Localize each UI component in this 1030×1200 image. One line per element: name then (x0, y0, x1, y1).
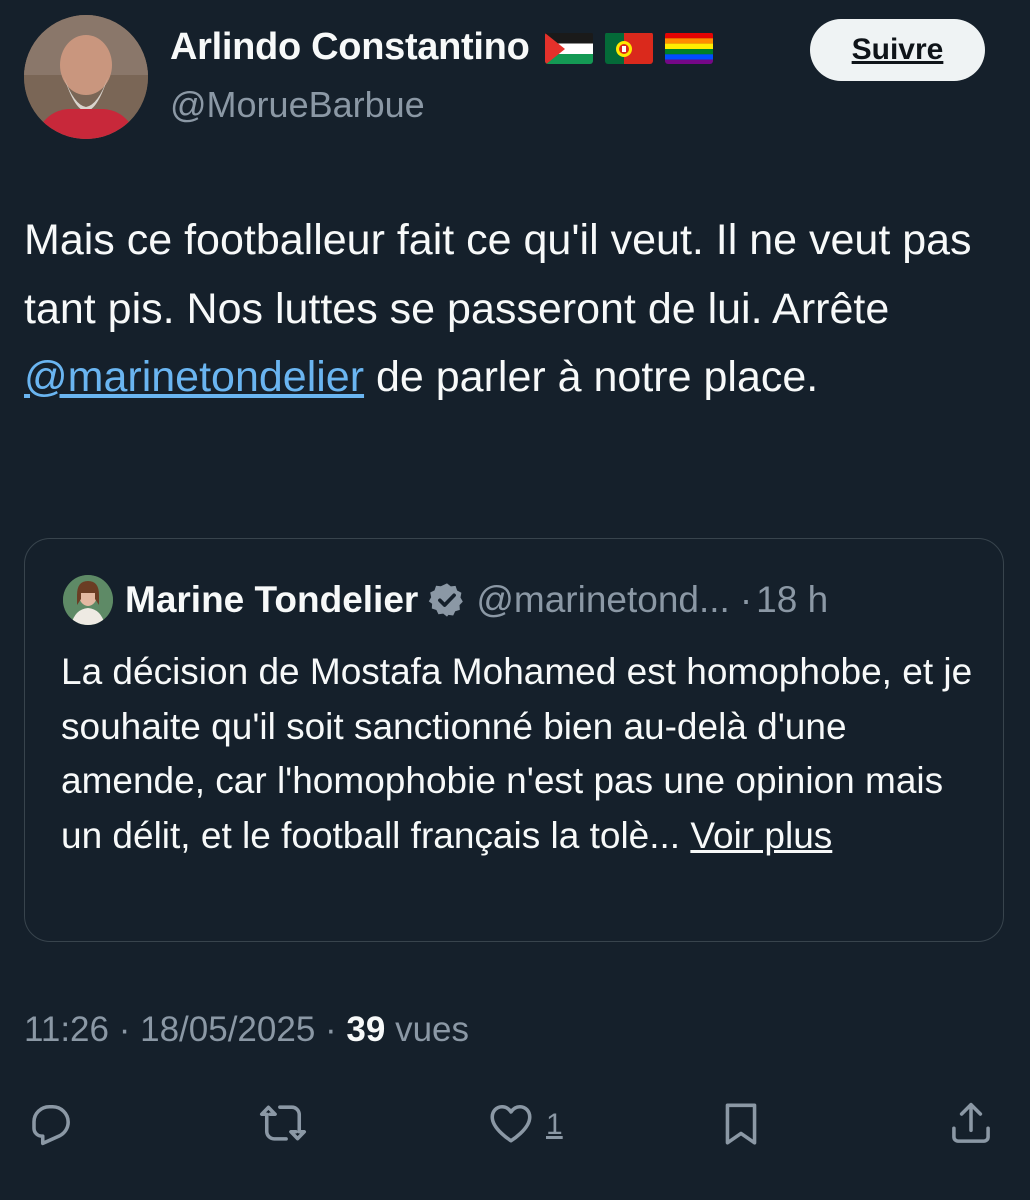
tweet-text-before: Mais ce footballeur fait ce qu'il veut. … (24, 216, 972, 333)
quoted-author-avatar[interactable] (63, 575, 113, 625)
reply-icon (24, 1098, 74, 1153)
follow-button[interactable]: Suivre (810, 19, 985, 81)
palestine-flag-icon (545, 32, 594, 64)
tweet-detail: Arlindo Constantino @MorueBarbue Suivre … (0, 0, 1030, 1200)
views-count: 39 (346, 1010, 386, 1049)
quoted-tweet-time[interactable]: 18 h (756, 579, 828, 621)
like-count[interactable]: 1 (546, 1108, 563, 1142)
quoted-tweet-card[interactable]: Marine Tondelier @marinetond... · 18 h L… (24, 538, 1004, 942)
meta-separator: · (118, 1010, 131, 1049)
portugal-flag-icon (605, 32, 654, 64)
tweet-text: Mais ce footballeur fait ce qu'il veut. … (24, 206, 1014, 412)
action-bar: 1 (0, 1100, 1030, 1156)
quoted-tweet-body: La décision de Mostafa Mohamed est homop… (61, 651, 973, 856)
tweet-time[interactable]: 11:26 (24, 1010, 109, 1049)
tweet-date[interactable]: 18/05/2025 (140, 1010, 315, 1049)
tweet-meta: 11:26 · 18/05/2025 · 39 vues (24, 1010, 469, 1050)
heart-icon (486, 1098, 536, 1153)
author-flags (545, 32, 714, 64)
retweet-icon (258, 1098, 308, 1153)
meta-separator: · (325, 1010, 337, 1049)
like-button[interactable]: 1 (486, 1100, 563, 1150)
bookmark-button[interactable] (716, 1100, 766, 1150)
tweet-text-after: de parler à notre place. (364, 353, 819, 401)
author-name-row[interactable]: Arlindo Constantino (170, 26, 714, 69)
quoted-tweet-text: La décision de Mostafa Mohamed est homop… (61, 645, 981, 863)
quoted-author-name[interactable]: Marine Tondelier (125, 579, 418, 621)
verified-badge-icon (428, 581, 466, 619)
mention-link[interactable]: @marinetondelier (24, 353, 364, 401)
views-label: vues (395, 1010, 470, 1049)
reply-button[interactable] (24, 1100, 74, 1150)
share-button[interactable] (946, 1100, 996, 1150)
author-avatar[interactable] (24, 15, 148, 139)
bookmark-icon (716, 1098, 766, 1153)
header-separator: · (739, 579, 753, 620)
retweet-button[interactable] (258, 1100, 308, 1150)
author-display-name[interactable]: Arlindo Constantino (170, 26, 530, 69)
see-more-link[interactable]: Voir plus (690, 815, 832, 856)
rainbow-flag-icon (665, 32, 714, 64)
share-icon (946, 1098, 996, 1153)
author-handle[interactable]: @MorueBarbue (170, 84, 425, 126)
quoted-tweet-header: Marine Tondelier @marinetond... · 18 h (125, 579, 828, 621)
quoted-author-handle[interactable]: @marinetond... (476, 579, 730, 621)
